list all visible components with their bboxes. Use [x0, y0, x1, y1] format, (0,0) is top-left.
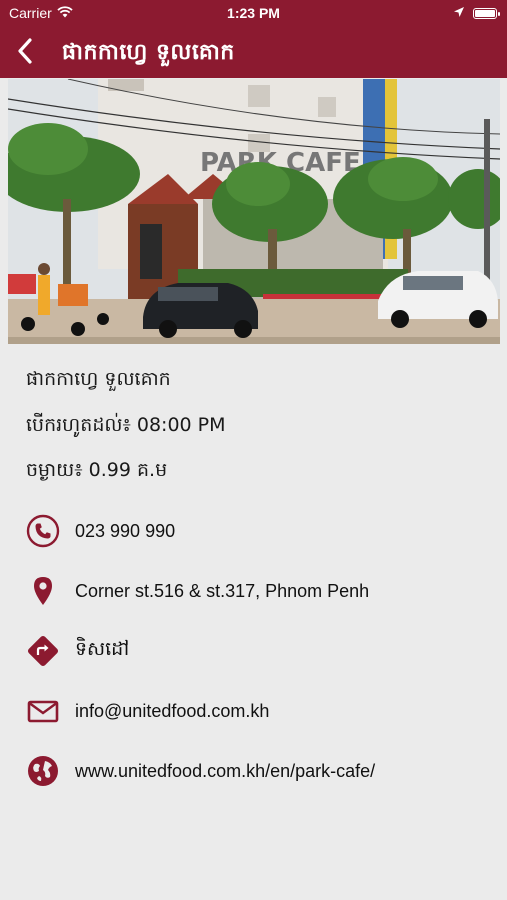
place-name: ផាកកាហ្វេ ទួលគោក	[26, 368, 171, 390]
hero-photo: PARK CAFE	[8, 79, 500, 344]
contact-address[interactable]: Corner st.516 & st.317, Phnom Penh	[26, 569, 496, 613]
battery-fill	[475, 9, 495, 17]
nav-bar: ផាកកាហ្វេ ទួលគោក	[0, 28, 507, 78]
contact-website[interactable]: www.unitedfood.com.kh/en/park-cafe/	[26, 749, 496, 793]
location-arrow-icon	[453, 5, 465, 21]
contact-phone[interactable]: 023 990 990	[26, 509, 496, 553]
location-pin-icon	[26, 574, 60, 608]
contact-directions[interactable]: ទិសដៅ	[26, 629, 496, 673]
mail-icon	[26, 694, 60, 728]
opening-hours: បើករហូតដល់៖ 08:00 PM	[26, 414, 226, 436]
header: Carrier 1:23 PM ផាកកាហ្វេ ទួលគោក	[0, 0, 507, 78]
address: Corner st.516 & st.317, Phnom Penh	[75, 580, 370, 601]
battery-icon	[473, 7, 500, 19]
directions-label: ទិសដៅ	[75, 638, 130, 660]
clock: 1:23 PM	[227, 5, 280, 21]
phone-icon	[26, 514, 60, 548]
storefront-illustration: PARK CAFE	[8, 79, 500, 344]
status-right	[453, 5, 500, 21]
distance: ចម្ងាយ៖ 0.99 គ.ម	[26, 459, 168, 481]
chevron-left-icon	[17, 38, 33, 68]
status-bar: Carrier 1:23 PM	[0, 0, 507, 28]
phone-number: 023 990 990	[75, 520, 176, 541]
email-address: info@unitedfood.com.kh	[75, 700, 270, 721]
directions-icon	[26, 634, 60, 668]
website-url: www.unitedfood.com.kh/en/park-cafe/	[75, 760, 376, 781]
page-title: ផាកកាហ្វេ ទួលគោក	[62, 40, 235, 65]
contact-email[interactable]: info@unitedfood.com.kh	[26, 689, 496, 733]
back-button[interactable]	[10, 36, 40, 70]
globe-icon	[26, 754, 60, 788]
